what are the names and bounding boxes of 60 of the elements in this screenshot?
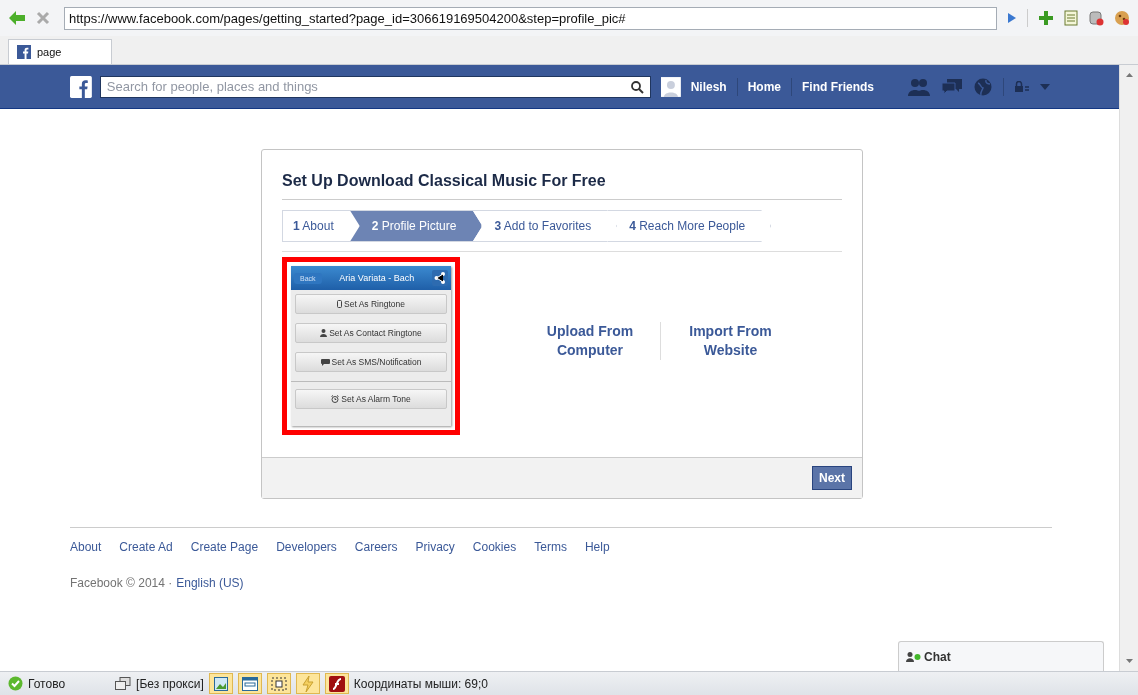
globe-icon[interactable] xyxy=(974,77,992,96)
go-icon[interactable] xyxy=(1007,12,1017,24)
nav-link[interactable]: Find Friends xyxy=(800,79,876,94)
browser-tab[interactable]: page xyxy=(8,39,112,64)
profile-link[interactable]: Nilesh xyxy=(688,79,729,94)
search-field[interactable]: Search for people, places and things xyxy=(99,75,651,98)
footer-link[interactable]: Help xyxy=(584,540,610,554)
alarm-clock-icon xyxy=(331,395,340,403)
search-icon[interactable] xyxy=(630,80,644,94)
dropdown-caret-icon[interactable] xyxy=(1040,83,1050,90)
friends-icon[interactable] xyxy=(908,77,930,96)
next-button[interactable]: Next xyxy=(812,466,852,490)
address-bar[interactable]: https://www.facebook.com/pages/getting_started?page_id=306619169504200&step=profile_pic# xyxy=(64,6,997,30)
stop-icon[interactable] xyxy=(36,11,50,25)
step-tab[interactable]: 2 Profile Picture xyxy=(349,210,483,242)
step-tab[interactable]: 4 Reach More People xyxy=(607,210,772,242)
language-link[interactable]: English (US) xyxy=(176,576,244,590)
footer-link[interactable]: Careers xyxy=(354,540,398,554)
footer-link[interactable]: Cookies xyxy=(472,540,517,554)
footer-link[interactable]: Privacy xyxy=(415,540,455,554)
upload-option-link[interactable]: Upload From Computer xyxy=(520,322,660,360)
share-icon xyxy=(432,270,448,286)
online-person-icon xyxy=(906,651,921,662)
facebook-logo-icon[interactable] xyxy=(70,75,92,98)
phone-icon xyxy=(337,300,342,308)
scroll-down-icon[interactable] xyxy=(1125,659,1133,663)
footer-link[interactable]: Terms xyxy=(534,540,567,554)
chat-tab[interactable]: Chat xyxy=(898,641,1104,671)
facebook-logo-icon xyxy=(17,45,31,59)
lock-menu-icon[interactable] xyxy=(1015,80,1029,93)
image-icon[interactable] xyxy=(208,673,233,694)
footer-link[interactable]: About xyxy=(70,540,102,554)
footer-link[interactable]: Developers xyxy=(276,540,337,554)
status-text: Готово xyxy=(28,676,66,691)
scrollbar[interactable] xyxy=(1119,65,1138,671)
step-tab[interactable]: 3 Add to Favorites xyxy=(472,210,618,242)
song-title: Aria Variata - Bach xyxy=(338,273,416,283)
speech-bubble-icon xyxy=(320,358,330,366)
upload-option-link[interactable]: Import From Website xyxy=(660,322,800,360)
frame-icon[interactable] xyxy=(266,673,291,694)
scroll-up-icon[interactable] xyxy=(1125,73,1133,77)
network-icon[interactable] xyxy=(115,676,132,691)
proxy-status[interactable]: [Без прокси] xyxy=(136,676,204,691)
avatar-icon[interactable] xyxy=(660,76,681,97)
plus-icon[interactable] xyxy=(1038,10,1054,26)
cookie-icon[interactable] xyxy=(1114,10,1130,26)
person-icon xyxy=(320,329,328,337)
nav-link[interactable]: Home xyxy=(745,79,783,94)
back-arrow-icon[interactable] xyxy=(8,10,26,26)
mouse-coordinates: Координаты мыши: 69;0 xyxy=(353,676,488,691)
dialog-title: Set Up Download Classical Music For Free xyxy=(282,170,842,200)
footer-link[interactable]: Create Ad xyxy=(119,540,173,554)
step-tab[interactable]: 1 About xyxy=(282,210,360,242)
database-icon[interactable] xyxy=(1088,10,1104,26)
window-icon[interactable] xyxy=(237,673,262,694)
footer-link[interactable]: Create Page xyxy=(190,540,259,554)
check-icon xyxy=(8,676,23,691)
messages-icon[interactable] xyxy=(941,77,963,96)
copyright-text: Facebook © 2014 · xyxy=(70,576,173,590)
flash-icon[interactable] xyxy=(324,673,349,694)
